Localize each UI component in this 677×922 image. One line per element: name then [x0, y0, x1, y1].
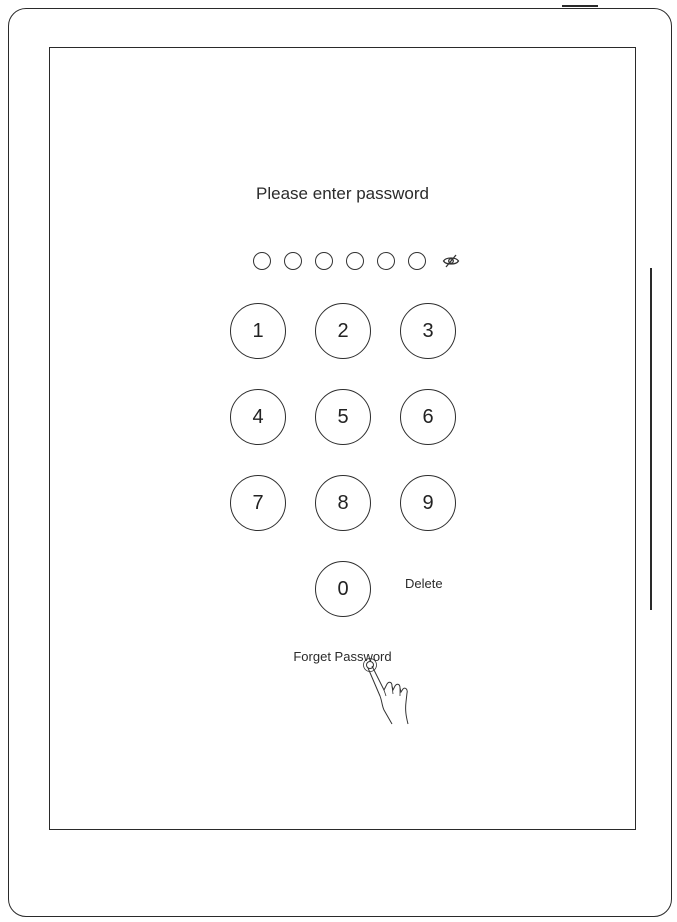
side-button	[650, 268, 654, 610]
key-8[interactable]: 8	[315, 475, 371, 531]
pin-dot	[284, 252, 302, 270]
pin-dot	[377, 252, 395, 270]
lock-screen: Please enter password 1 2 3 4 5 6 7 8 9 …	[49, 47, 636, 830]
key-0[interactable]: 0	[315, 561, 371, 617]
pin-indicator	[253, 251, 461, 271]
forget-password-link[interactable]: Forget Password	[50, 649, 635, 664]
pin-dot	[315, 252, 333, 270]
key-2[interactable]: 2	[315, 303, 371, 359]
key-5[interactable]: 5	[315, 389, 371, 445]
key-9[interactable]: 9	[400, 475, 456, 531]
hand-tap-icon	[362, 656, 422, 733]
key-1[interactable]: 1	[230, 303, 286, 359]
pin-dot	[346, 252, 364, 270]
key-6[interactable]: 6	[400, 389, 456, 445]
page-title: Please enter password	[256, 184, 429, 203]
key-7[interactable]: 7	[230, 475, 286, 531]
pin-dot	[408, 252, 426, 270]
delete-button[interactable]: Delete	[405, 576, 443, 591]
key-3[interactable]: 3	[400, 303, 456, 359]
pin-dot	[253, 252, 271, 270]
key-4[interactable]: 4	[230, 389, 286, 445]
eye-slash-icon[interactable]	[441, 251, 461, 271]
